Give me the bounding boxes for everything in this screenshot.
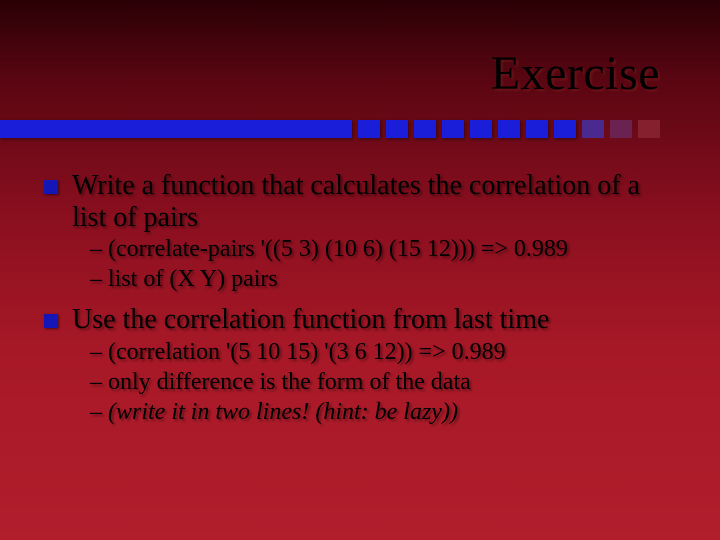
slide-title: Exercise xyxy=(491,46,660,101)
sub-item: – (correlate-pairs '((5 3) (10 6) (15 12… xyxy=(90,234,680,264)
bar-block xyxy=(638,120,660,138)
bullet-item-1: Write a function that calculates the cor… xyxy=(44,170,680,234)
bar-block xyxy=(610,120,632,138)
bullet-item-2: Use the correlation function from last t… xyxy=(44,304,680,336)
bar-block xyxy=(386,120,408,138)
bar-block xyxy=(414,120,436,138)
bar-block xyxy=(470,120,492,138)
sub-item: – (correlation '(5 10 15) '(3 6 12)) => … xyxy=(90,337,680,367)
bar-block xyxy=(498,120,520,138)
bullet-text: Write a function that calculates the cor… xyxy=(72,170,680,234)
bar-solid xyxy=(0,120,352,138)
bar-block xyxy=(358,120,380,138)
bar-block xyxy=(554,120,576,138)
bar-blocks xyxy=(358,120,660,138)
sub-item: – list of (X Y) pairs xyxy=(90,264,680,294)
content-area: Write a function that calculates the cor… xyxy=(44,160,680,427)
square-bullet-icon xyxy=(44,314,58,328)
bar-block xyxy=(442,120,464,138)
sub-item-italic: – (write it in two lines! (hint: be lazy… xyxy=(90,397,680,427)
square-bullet-icon xyxy=(44,180,58,194)
bar-block xyxy=(582,120,604,138)
sub-item: – only difference is the form of the dat… xyxy=(90,367,680,397)
bar-block xyxy=(526,120,548,138)
bullet-text: Use the correlation function from last t… xyxy=(72,304,549,336)
decorative-bar xyxy=(0,120,720,138)
slide: Exercise Write a function that calculate… xyxy=(0,0,720,540)
